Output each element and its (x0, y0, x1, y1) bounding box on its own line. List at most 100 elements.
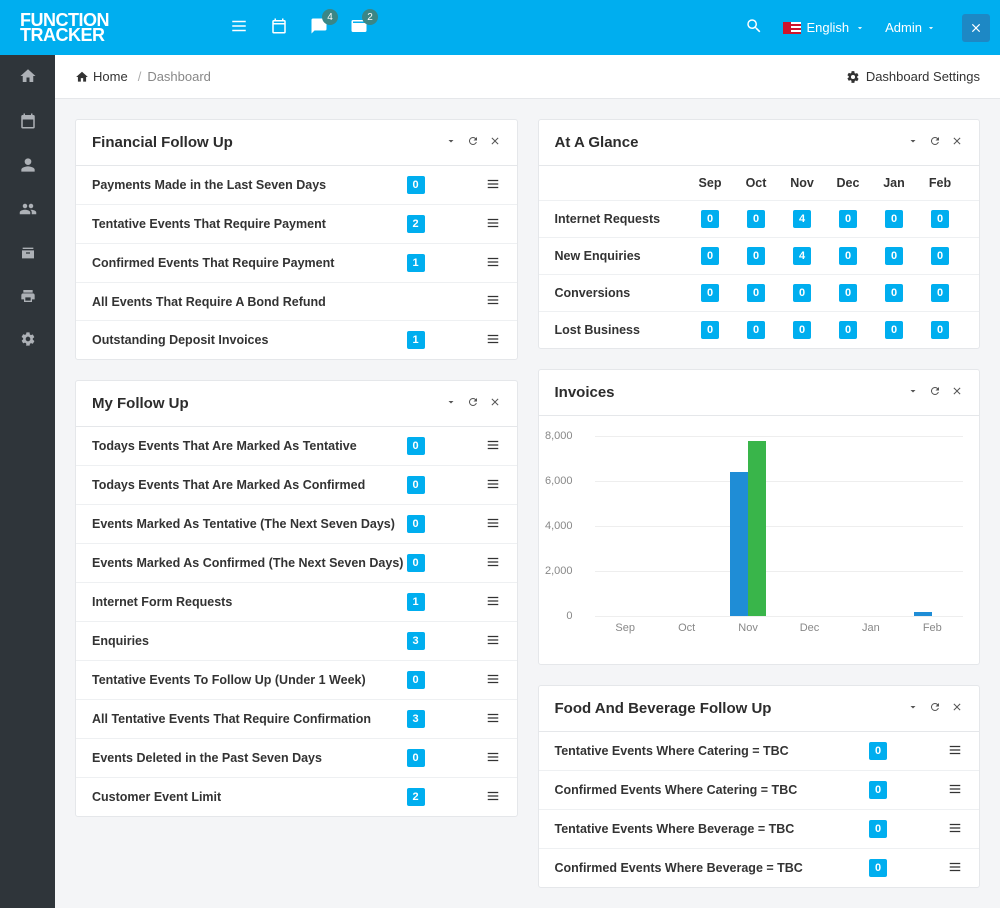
admin-menu[interactable]: Admin (885, 20, 936, 35)
count-badge[interactable]: 0 (931, 247, 949, 265)
close-icon[interactable] (489, 135, 501, 150)
count-badge[interactable]: 0 (839, 284, 857, 302)
list-item[interactable]: Tentative Events Where Catering = TBC0 (539, 732, 980, 770)
menu-icon[interactable] (485, 516, 501, 533)
count-badge[interactable]: 0 (931, 321, 949, 339)
sidebar-print-icon[interactable] (20, 288, 36, 307)
count-badge[interactable]: 0 (747, 284, 765, 302)
sidebar-users-icon[interactable] (19, 200, 37, 221)
list-item[interactable]: Events Deleted in the Past Seven Days0 (76, 738, 517, 777)
language-selector[interactable]: English (783, 20, 866, 35)
list-item[interactable]: Events Marked As Tentative (The Next Sev… (76, 504, 517, 543)
list-item[interactable]: Customer Event Limit2 (76, 777, 517, 816)
menu-icon[interactable] (485, 216, 501, 233)
menu-icon[interactable] (485, 633, 501, 650)
menu-icon[interactable] (485, 555, 501, 572)
menu-icon[interactable] (485, 255, 501, 272)
dashboard-settings-button[interactable]: Dashboard Settings (846, 69, 980, 84)
menu-icon[interactable] (485, 789, 501, 806)
card-icon[interactable]: 2 (350, 17, 368, 38)
calendar-icon[interactable] (270, 17, 288, 38)
sidebar-home-icon[interactable] (19, 67, 37, 88)
count-badge[interactable]: 0 (931, 210, 949, 228)
chart-bar[interactable] (730, 472, 748, 616)
list-item[interactable]: Enquiries3 (76, 621, 517, 660)
list-item[interactable]: Outstanding Deposit Invoices1 (76, 320, 517, 359)
menu-icon[interactable] (485, 293, 501, 310)
logo[interactable]: FUNCTION TRACKER (10, 11, 200, 44)
list-item[interactable]: Tentative Events To Follow Up (Under 1 W… (76, 660, 517, 699)
list-item[interactable]: Tentative Events That Require Payment2 (76, 204, 517, 243)
refresh-icon[interactable] (929, 701, 941, 716)
chart-bar[interactable] (748, 441, 766, 617)
list-item[interactable]: Internet Form Requests1 (76, 582, 517, 621)
count-badge[interactable]: 0 (885, 284, 903, 302)
list-item[interactable]: Tentative Events Where Beverage = TBC0 (539, 809, 980, 848)
list-item[interactable]: Todays Events That Are Marked As Tentati… (76, 427, 517, 465)
search-icon[interactable] (745, 17, 763, 38)
count-badge[interactable]: 0 (793, 284, 811, 302)
menu-icon[interactable] (485, 711, 501, 728)
list-item[interactable]: Confirmed Events That Require Payment1 (76, 243, 517, 282)
count-badge[interactable]: 4 (793, 210, 811, 228)
count-badge[interactable]: 0 (839, 321, 857, 339)
close-icon[interactable] (951, 701, 963, 716)
count-badge[interactable]: 0 (885, 321, 903, 339)
count-badge[interactable]: 0 (793, 321, 811, 339)
close-icon[interactable] (489, 396, 501, 411)
chevron-down-icon[interactable] (445, 396, 457, 411)
close-icon[interactable] (951, 385, 963, 400)
menu-icon[interactable] (947, 743, 963, 760)
chevron-down-icon[interactable] (907, 385, 919, 400)
count-badge[interactable]: 0 (701, 247, 719, 265)
refresh-icon[interactable] (929, 385, 941, 400)
count-badge[interactable]: 0 (885, 247, 903, 265)
refresh-icon[interactable] (467, 135, 479, 150)
menu-icon[interactable] (485, 672, 501, 689)
sidebar-calendar-icon[interactable] (19, 112, 37, 133)
menu-icon[interactable] (947, 782, 963, 799)
sidebar-gear-icon[interactable] (20, 331, 36, 350)
chat-icon[interactable]: 4 (310, 17, 328, 38)
refresh-icon[interactable] (467, 396, 479, 411)
count-badge[interactable]: 0 (701, 210, 719, 228)
x-label: Feb (902, 622, 963, 634)
menu-icon[interactable] (947, 821, 963, 838)
menu-icon[interactable] (485, 177, 501, 194)
chevron-down-icon[interactable] (445, 135, 457, 150)
refresh-icon[interactable] (929, 135, 941, 150)
card-title: Food And Beverage Follow Up (555, 700, 772, 717)
count-badge[interactable]: 0 (747, 210, 765, 228)
list-item[interactable]: Todays Events That Are Marked As Confirm… (76, 465, 517, 504)
menu-icon[interactable] (485, 594, 501, 611)
list-item[interactable]: Confirmed Events Where Beverage = TBC0 (539, 848, 980, 887)
menu-icon[interactable] (485, 477, 501, 494)
close-icon[interactable] (951, 135, 963, 150)
count-badge[interactable]: 0 (885, 210, 903, 228)
list-item[interactable]: Confirmed Events Where Catering = TBC0 (539, 770, 980, 809)
breadcrumb-home[interactable]: Home (93, 69, 128, 84)
count-badge[interactable]: 0 (839, 210, 857, 228)
count-badge[interactable]: 0 (747, 321, 765, 339)
list-icon[interactable] (230, 17, 248, 38)
list-item[interactable]: All Events That Require A Bond Refund (76, 282, 517, 320)
list-item[interactable]: All Tentative Events That Require Confir… (76, 699, 517, 738)
menu-icon[interactable] (485, 332, 501, 349)
list-item[interactable]: Events Marked As Confirmed (The Next Sev… (76, 543, 517, 582)
count-badge[interactable]: 0 (747, 247, 765, 265)
menu-icon[interactable] (485, 750, 501, 767)
chevron-down-icon[interactable] (907, 135, 919, 150)
list-item[interactable]: Payments Made in the Last Seven Days0 (76, 166, 517, 204)
close-button[interactable] (962, 14, 990, 42)
count-badge[interactable]: 0 (701, 321, 719, 339)
count-badge[interactable]: 0 (701, 284, 719, 302)
chart-bar[interactable] (914, 612, 932, 617)
sidebar-archive-icon[interactable] (20, 245, 36, 264)
chevron-down-icon[interactable] (907, 701, 919, 716)
sidebar-user-icon[interactable] (20, 157, 36, 176)
menu-icon[interactable] (947, 860, 963, 877)
count-badge[interactable]: 4 (793, 247, 811, 265)
count-badge[interactable]: 0 (931, 284, 949, 302)
menu-icon[interactable] (485, 438, 501, 455)
count-badge[interactable]: 0 (839, 247, 857, 265)
